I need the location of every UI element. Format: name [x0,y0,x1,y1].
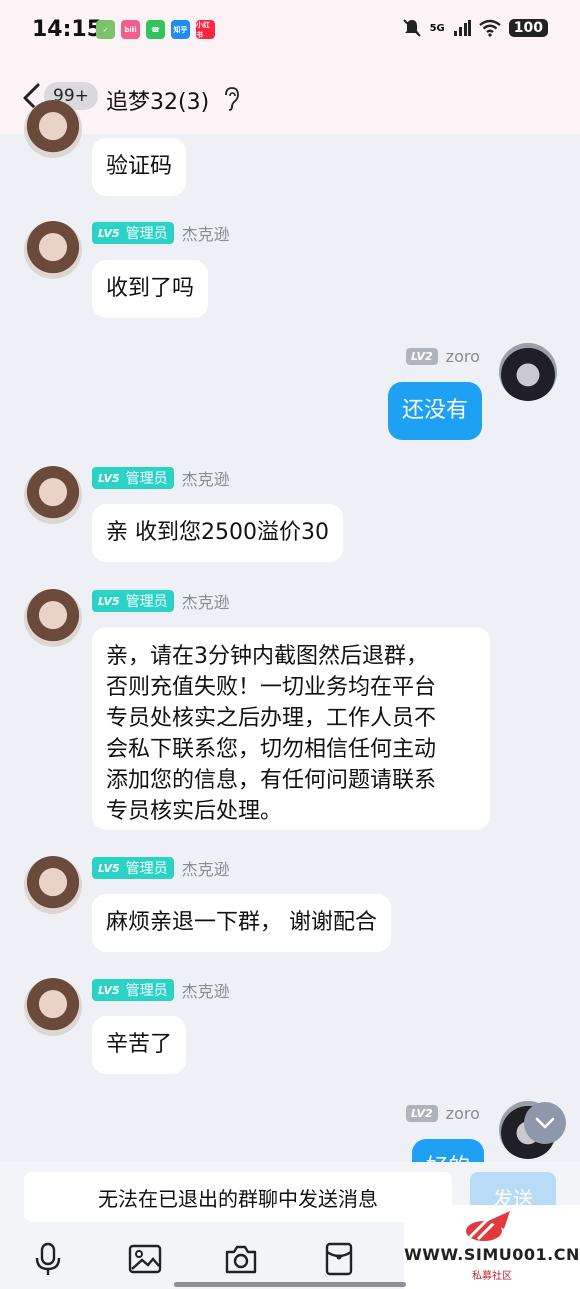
sender-tag: LV2 zoro [406,1101,480,1125]
level-label: LV5 [98,226,120,240]
battery-indicator: 100 [508,19,548,37]
admin-level-badge: LV5 管理员 [92,857,174,879]
message-line: 专员核实后处理。 [106,799,283,824]
avatar[interactable] [24,978,82,1036]
message-bubble[interactable]: 麻烦亲退一下群， 谢谢配合 [92,894,391,952]
message-text: 麻烦亲退一下群， 谢谢配合 [106,910,377,935]
sender-name: zoro [445,346,480,366]
role-label: 管理员 [125,226,168,242]
sender-tag: LV5 管理员 杰克逊 [92,466,230,490]
role-label: 管理员 [125,594,168,610]
sender-name: 杰克逊 [181,470,230,489]
site-watermark: WWW.SIMU001.CN 私募社区 [404,1205,580,1289]
level-badge: LV2 [406,347,438,365]
tasks-app-icon: ✓ [96,20,115,39]
message-bubble[interactable]: 辛苦了 [92,1016,187,1074]
sender-tag: LV5 管理员 杰克逊 [92,221,230,245]
chat-header: 99+ 追梦32(3) [0,62,580,134]
message-text: 亲 收到您2500溢价30 [106,520,329,545]
message-bubble[interactable]: 收到了吗 [92,260,209,318]
phone-app-icon: ☎ [146,20,165,39]
level-label: LV5 [98,983,120,997]
message-bubble[interactable]: 亲，请在3分钟内截图然后退群， 否则充值失败！一切业务均在平台 专员处核实之后办… [92,627,490,830]
avatar[interactable] [24,856,82,914]
message-text: 收到了吗 [106,276,195,301]
network-type: 5G [429,22,445,34]
wifi-icon [479,19,501,37]
home-indicator[interactable] [174,1282,406,1287]
admin-level-badge: LV5 管理员 [92,590,174,612]
chat-title[interactable]: 追梦32(3) [106,84,209,116]
scroll-to-bottom-button[interactable] [524,1102,566,1144]
sender-tag: LV5 管理员 杰克逊 [92,856,230,880]
watermark-site-text: WWW.SIMU001.CN [404,1245,580,1264]
watermark-subtitle: 私募社区 [472,1271,512,1282]
camera-icon[interactable] [224,1242,258,1276]
status-indicators: 5G 100 [402,18,548,38]
message-line: 会私下联系您，切勿相信任何主动 [106,737,437,762]
message-bubble[interactable]: 验证码 [92,138,187,196]
level-label: LV5 [98,594,120,608]
sender-tag: LV5 管理员 杰克逊 [92,589,230,613]
sender-name: 杰克逊 [181,225,230,244]
avatar[interactable] [24,221,82,279]
watermark-logo-icon [466,1211,510,1241]
avatar[interactable] [24,589,82,647]
admin-level-badge: LV5 管理员 [92,222,174,244]
admin-level-badge: LV5 管理员 [92,979,174,1001]
status-app-icons: ✓ bili ☎ 知乎 小红书 [96,20,215,39]
red-packet-icon[interactable] [322,1242,356,1276]
message-bubble[interactable]: 亲 收到您2500溢价30 [92,504,343,562]
ear-icon[interactable] [222,86,240,112]
avatar[interactable] [24,466,82,524]
sender-name: 杰克逊 [181,982,230,1001]
status-time: 14:15 [32,17,103,42]
message-text: 还没有 [402,398,469,423]
avatar[interactable] [499,343,557,401]
sender-name: zoro [445,1103,480,1123]
microphone-icon[interactable] [31,1242,65,1276]
level-label: LV5 [98,471,120,485]
role-label: 管理员 [125,861,168,877]
admin-level-badge: LV5 管理员 [92,467,174,489]
image-icon[interactable] [128,1242,162,1276]
message-line: 否则充值失败！一切业务均在平台 [106,675,437,700]
message-text: 辛苦了 [106,1032,173,1057]
signal-icon [453,20,471,36]
message-line: 专员处核实之后办理，工作人员不 [106,706,437,731]
sender-tag: LV5 管理员 杰克逊 [92,978,230,1002]
role-label: 管理员 [125,471,168,487]
mute-bell-icon [402,19,421,37]
sender-name: 杰克逊 [181,593,230,612]
disabled-input-notice: 无法在已退出的群聊中发送消息 [24,1172,452,1222]
message-bubble[interactable]: 还没有 [388,382,483,440]
level-label: LV5 [98,861,120,875]
xiaohongshu-app-icon: 小红书 [196,20,215,39]
chevron-down-icon [535,1117,555,1129]
sender-name: 杰克逊 [181,860,230,879]
role-label: 管理员 [125,983,168,999]
status-bar: 14:15 ✓ bili ☎ 知乎 小红书 5G 100 [0,0,580,62]
message-text: 验证码 [106,154,173,179]
sender-tag: LV2 zoro [406,344,480,368]
bilibili-app-icon: bili [121,20,140,39]
message-line: 亲，请在3分钟内截图然后退群， [106,644,428,669]
zhihu-app-icon: 知乎 [171,20,190,39]
message-line: 添加您的信息，有任何问题请联系 [106,768,437,793]
avatar[interactable] [24,100,82,158]
level-badge: LV2 [406,1104,438,1122]
